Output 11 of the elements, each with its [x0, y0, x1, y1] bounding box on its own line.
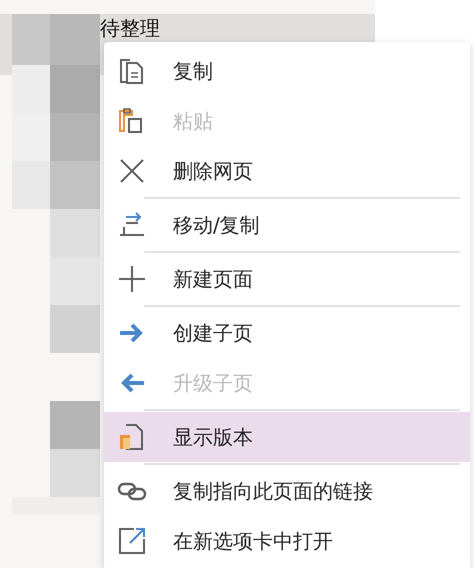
- menu-item[interactable]: 在新选项卡中打开: [104, 516, 470, 566]
- menu-item[interactable]: 新建页面: [104, 254, 470, 304]
- menu-item[interactable]: 复制指向此页面的链接: [104, 466, 470, 516]
- menu-item[interactable]: 显示版本: [104, 412, 470, 462]
- page-title: 待整理: [100, 16, 160, 40]
- menu-item[interactable]: 删除网页: [104, 146, 470, 196]
- plus-icon: [116, 263, 148, 295]
- menu-item[interactable]: 移动/复制: [104, 200, 470, 250]
- new-tab-icon: [116, 525, 148, 557]
- menu-item[interactable]: 复制: [104, 46, 470, 96]
- menu-item[interactable]: 创建子页: [104, 308, 470, 358]
